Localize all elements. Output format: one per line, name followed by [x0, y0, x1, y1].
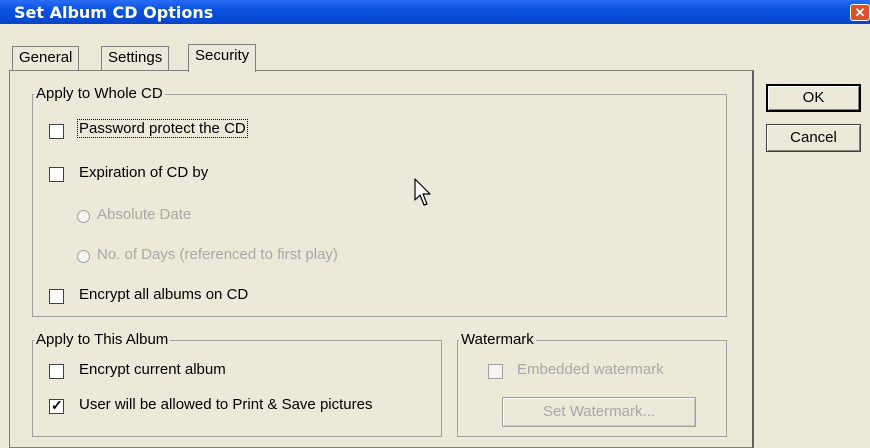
expiration-checkbox[interactable] [49, 167, 64, 182]
group-legend: Apply to This Album [34, 331, 171, 348]
tab-security[interactable]: Security [188, 44, 257, 72]
group-apply-to-this-album: Apply to This Album [32, 331, 442, 437]
ok-button[interactable]: OK [766, 84, 861, 112]
absolute-date-radio[interactable] [77, 210, 90, 223]
print-save-pictures-checkbox[interactable]: ✓ [49, 397, 64, 414]
absolute-date-label: Absolute Date [97, 206, 192, 223]
password-protect-label[interactable]: Password protect the CD [77, 119, 248, 138]
number-of-days-label: No. of Days (referenced to first play) [97, 246, 338, 263]
print-save-pictures-label[interactable]: User will be allowed to Print & Save pic… [79, 396, 372, 413]
tab-general[interactable]: General [12, 46, 80, 70]
group-legend: Watermark [459, 331, 536, 348]
encrypt-all-albums-checkbox[interactable] [49, 289, 64, 304]
close-icon[interactable]: ✕ [850, 4, 870, 21]
checkmark-icon: ✓ [51, 397, 63, 413]
expiration-label[interactable]: Expiration of CD by [79, 164, 208, 181]
encrypt-all-albums-label[interactable]: Encrypt all albums on CD [79, 286, 248, 303]
tab-settings[interactable]: Settings [101, 46, 170, 70]
group-legend: Apply to Whole CD [34, 85, 165, 102]
encrypt-current-album-checkbox[interactable] [49, 364, 64, 379]
cancel-button[interactable]: Cancel [766, 124, 861, 152]
set-watermark-button[interactable]: Set Watermark... [502, 397, 696, 427]
mouse-pointer-icon [414, 178, 431, 206]
title-bar[interactable]: Set Album CD Options ✕ [0, 0, 870, 24]
window-title: Set Album CD Options [14, 3, 214, 22]
embedded-watermark-label: Embedded watermark [517, 361, 664, 378]
number-of-days-radio[interactable] [77, 250, 90, 263]
embedded-watermark-checkbox[interactable] [488, 364, 503, 379]
password-protect-checkbox[interactable] [49, 124, 64, 139]
encrypt-current-album-label[interactable]: Encrypt current album [79, 361, 226, 378]
